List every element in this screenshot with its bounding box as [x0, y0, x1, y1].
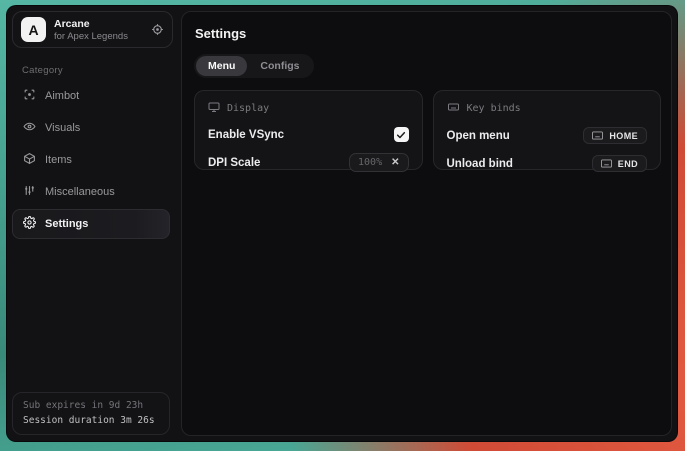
display-card-header: Display	[208, 101, 409, 116]
keyboard-icon	[592, 131, 603, 140]
app-name: Arcane	[54, 18, 128, 30]
open-menu-keybind-button[interactable]: HOME	[583, 127, 647, 144]
crosshair-icon	[23, 88, 36, 104]
tab-configs[interactable]: Configs	[248, 56, 311, 76]
monitor-icon	[208, 101, 220, 116]
subscription-info-card: Sub expires in 9d 23h Session duration 3…	[12, 392, 170, 435]
gear-icon	[23, 216, 36, 232]
sidebar-item-aimbot[interactable]: Aimbot	[12, 81, 170, 111]
open-menu-row: Open menu HOME	[447, 127, 648, 144]
open-menu-label: Open menu	[447, 130, 510, 142]
sub-expires-text: Sub expires in 9d 23h	[23, 400, 159, 411]
vsync-checkbox[interactable]	[394, 127, 409, 142]
main-panel: Settings Menu Configs Display Enable VSy…	[181, 11, 672, 436]
sliders-icon	[23, 184, 36, 200]
keybinds-card-header: Key binds	[447, 101, 648, 116]
settings-cards: Display Enable VSync DPI Scale	[194, 90, 661, 170]
clear-icon[interactable]: ✕	[391, 158, 399, 168]
sidebar-item-label: Items	[45, 154, 72, 166]
unload-bind-label: Unload bind	[447, 158, 513, 170]
app-subtitle: for Apex Legends	[54, 31, 128, 42]
tab-bar: Menu Configs	[194, 54, 314, 78]
sidebar: A Arcane for Apex Legends Category	[7, 6, 175, 441]
app-title-block: Arcane for Apex Legends	[54, 18, 128, 42]
dpi-scale-input[interactable]: 100% ✕	[349, 153, 408, 172]
display-card: Display Enable VSync DPI Scale	[194, 90, 423, 170]
dpi-value: 100%	[358, 157, 382, 168]
app-window: A Arcane for Apex Legends Category	[6, 5, 678, 442]
cube-icon	[23, 152, 36, 168]
sidebar-item-label: Settings	[45, 218, 88, 230]
unload-bind-keybind-button[interactable]: END	[592, 155, 647, 172]
sidebar-item-label: Miscellaneous	[45, 186, 115, 198]
dpi-row: DPI Scale 100% ✕	[208, 153, 409, 172]
open-menu-key: HOME	[609, 131, 638, 141]
vsync-label: Enable VSync	[208, 129, 284, 141]
unload-bind-key: END	[618, 159, 638, 169]
app-logo: A	[21, 17, 46, 42]
target-icon[interactable]	[151, 23, 164, 36]
session-duration-text: Session duration 3m 26s	[23, 415, 159, 426]
tab-menu[interactable]: Menu	[196, 56, 247, 76]
keybinds-card: Key binds Open menu HOME Unload bind	[433, 90, 662, 170]
sidebar-item-label: Aimbot	[45, 90, 79, 102]
dpi-label: DPI Scale	[208, 157, 260, 169]
sidebar-item-settings[interactable]: Settings	[12, 209, 170, 239]
keyboard-icon	[447, 101, 460, 116]
sidebar-item-visuals[interactable]: Visuals	[12, 113, 170, 143]
eye-icon	[23, 120, 36, 136]
category-label: Category	[22, 65, 175, 76]
app-header-card: A Arcane for Apex Legends	[12, 11, 173, 48]
unload-bind-row: Unload bind END	[447, 155, 648, 172]
sidebar-item-items[interactable]: Items	[12, 145, 170, 175]
sidebar-nav: Aimbot Visuals Items	[7, 81, 175, 239]
vsync-row: Enable VSync	[208, 127, 409, 142]
sidebar-item-miscellaneous[interactable]: Miscellaneous	[12, 177, 170, 207]
display-card-title: Display	[227, 103, 269, 114]
page-title: Settings	[195, 26, 661, 41]
keyboard-icon	[601, 159, 612, 168]
sidebar-item-label: Visuals	[45, 122, 80, 134]
check-icon	[396, 127, 406, 145]
keybinds-card-title: Key binds	[467, 103, 521, 114]
